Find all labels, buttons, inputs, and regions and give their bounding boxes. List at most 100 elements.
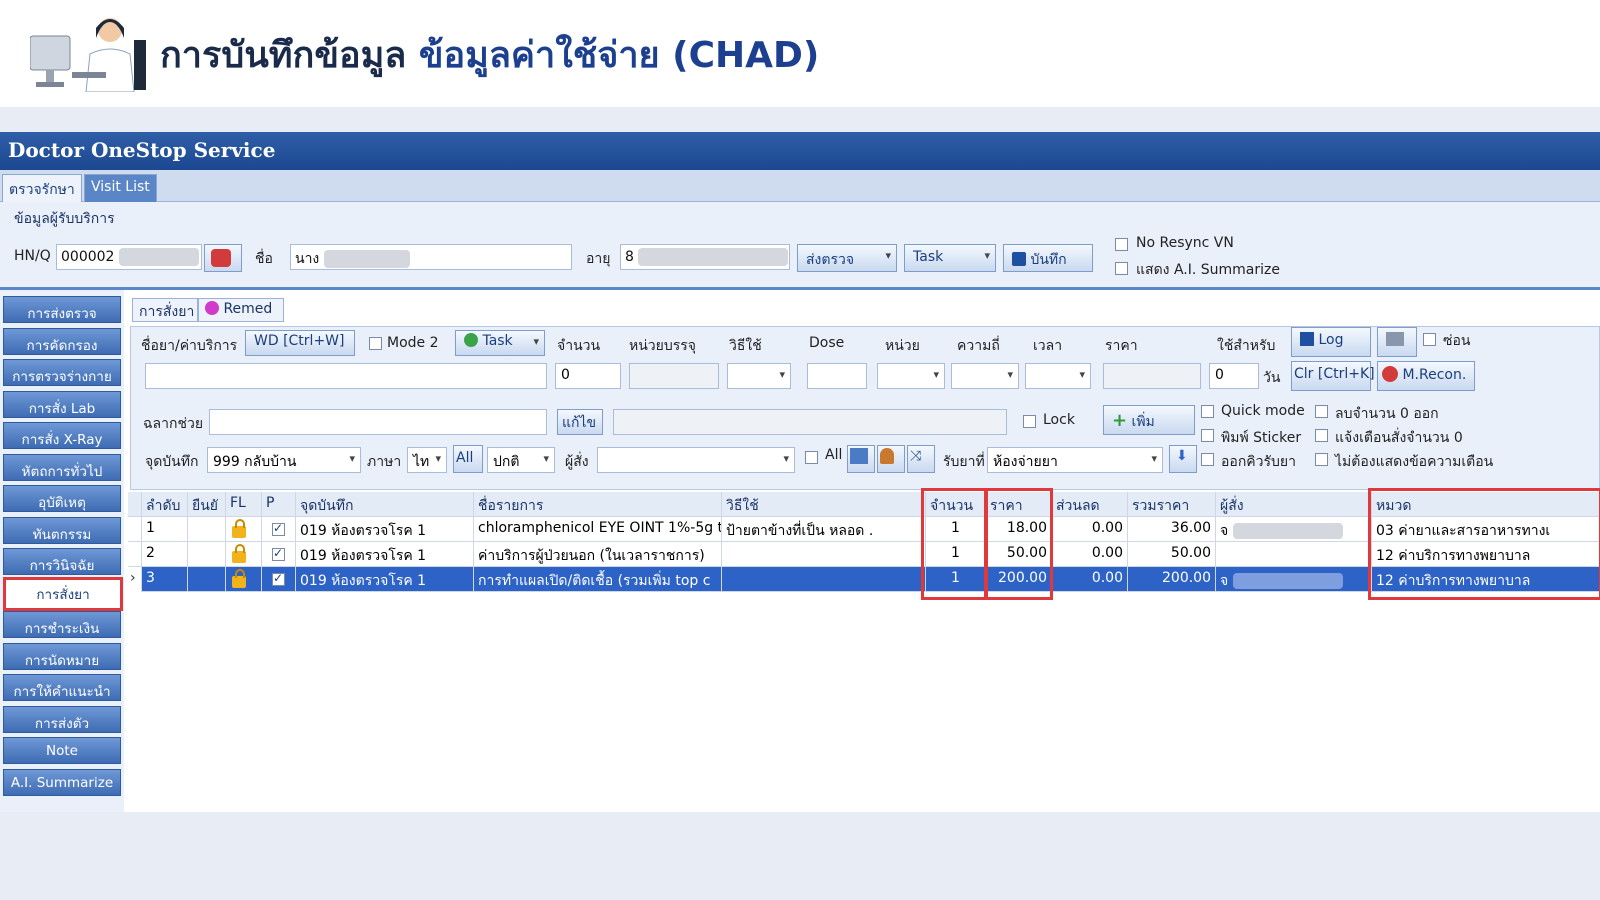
col-point[interactable]: จุดบันทึก	[296, 492, 474, 517]
warn-qty-checkbox[interactable]	[1315, 429, 1328, 442]
save-label: บันทึก	[1030, 252, 1067, 268]
send-exam-dropdown[interactable]: ส่งตรวจ	[797, 244, 897, 272]
app-window: Doctor OneStop Service ตรวจรักษา Visit L…	[0, 132, 1600, 812]
cell-total: 50.00	[1128, 542, 1216, 567]
cell-discount: 0.00	[1052, 517, 1128, 542]
label-help-input[interactable]	[209, 409, 547, 435]
frequency-select[interactable]	[951, 363, 1019, 389]
no-warn-checkbox[interactable]	[1315, 453, 1328, 466]
sidebar-item-lab[interactable]: การสั่ง Lab	[3, 391, 121, 418]
col-orderer[interactable]: ผู้สั่ง	[1216, 492, 1372, 517]
sidebar-item-send-exam[interactable]: การส่งตรวจ	[3, 296, 121, 323]
wd-button[interactable]: WD [Ctrl+W]	[245, 330, 355, 356]
no-resync-checkbox[interactable]	[1115, 238, 1128, 251]
all-checkbox[interactable]	[805, 451, 818, 464]
clear-button[interactable]: Clr [Ctrl+K]	[1291, 361, 1375, 391]
queue-checkbox[interactable]	[1201, 453, 1214, 466]
sidebar-item-payment[interactable]: การชำระเงิน	[3, 611, 121, 638]
point-select[interactable]: 999 กลับบ้าน	[207, 447, 361, 473]
sidebar-item-advice[interactable]: การให้คำแนะนำ	[3, 674, 121, 701]
orderer-select[interactable]	[597, 447, 795, 473]
qty-input[interactable]: 0	[555, 363, 621, 389]
sidebar-item-diagnosis[interactable]: การวินิจฉัย	[3, 548, 121, 575]
print-checkbox[interactable]	[272, 546, 285, 561]
col-discount[interactable]: ส่วนลด	[1052, 492, 1128, 517]
sidebar-item-accident[interactable]: อุบัติเหตุ	[3, 485, 121, 512]
hide-checkbox[interactable]	[1423, 333, 1436, 346]
col-usage[interactable]: วิธีใช้	[722, 492, 926, 517]
sidebar-item-note[interactable]: Note	[3, 737, 121, 764]
normal-select[interactable]: ปกติ	[487, 447, 555, 473]
use-days-input[interactable]: 0	[1209, 363, 1259, 389]
sidebar-item-screening[interactable]: การคัดกรอง	[3, 328, 121, 355]
sidebar-item-ai-summarize[interactable]: A.I. Summarize	[3, 769, 121, 796]
log-button[interactable]: Log	[1291, 327, 1371, 357]
calendar-button[interactable]	[847, 445, 875, 473]
subtab-prescription[interactable]: การสั่งยา	[132, 298, 198, 322]
task-dropdown[interactable]: Task	[904, 244, 996, 272]
subtab-remed[interactable]: Remed	[198, 298, 284, 322]
time-select[interactable]	[1025, 363, 1091, 389]
mode2-checkbox[interactable]	[369, 337, 382, 350]
user-button[interactable]	[877, 445, 905, 473]
cell-p[interactable]	[262, 517, 296, 542]
usage-select[interactable]	[727, 363, 791, 389]
no-warn-label: ไม่ต้องแสดงข้อความเตือน	[1335, 454, 1494, 470]
receive-select[interactable]: ห้องจ่ายยา	[987, 447, 1163, 473]
cell-p[interactable]	[262, 542, 296, 567]
sidebar-item-procedure[interactable]: หัตถการทั่วไป	[3, 454, 121, 481]
lock-checkbox[interactable]	[1023, 415, 1036, 428]
col-p[interactable]: P	[262, 492, 296, 517]
ai-summarize-checkbox[interactable]	[1115, 262, 1128, 275]
col-no[interactable]: ลำดับ	[142, 492, 188, 517]
sidebar-item-referral[interactable]: การส่งตัว	[3, 706, 121, 733]
hn-field[interactable]: 000002	[56, 244, 202, 270]
col-total[interactable]: รวมราคา	[1128, 492, 1216, 517]
tab-visit-list[interactable]: Visit List	[84, 174, 157, 202]
cell-p[interactable]	[262, 567, 296, 592]
print-button[interactable]	[1377, 327, 1417, 357]
name-label: ชื่อ	[255, 251, 273, 267]
dose-input[interactable]	[807, 363, 867, 389]
floppy-icon	[1012, 252, 1026, 266]
age-field[interactable]: 8	[620, 244, 790, 270]
doctor-illustration	[30, 18, 146, 92]
tab-treatment[interactable]: ตรวจรักษา	[2, 174, 82, 202]
sidebar-item-appointment[interactable]: การนัดหมาย	[3, 643, 121, 670]
drug-name-input[interactable]	[145, 363, 547, 389]
remove-zero-checkbox[interactable]	[1315, 405, 1328, 418]
col-fl[interactable]: FL	[226, 492, 262, 517]
print-sticker-checkbox[interactable]	[1201, 429, 1214, 442]
name-field[interactable]: นาง	[290, 244, 572, 270]
language-select[interactable]: ไท	[407, 447, 447, 473]
sidebar-item-prescription[interactable]: การสั่งยา	[3, 577, 123, 611]
add-button[interactable]: + เพิ่ม	[1103, 405, 1195, 435]
down-arrow-button[interactable]: ⬇	[1169, 445, 1197, 473]
print-checkbox[interactable]	[272, 521, 285, 536]
sidebar-item-xray[interactable]: การสั่ง X-Ray	[3, 422, 121, 449]
all-button[interactable]: All	[453, 445, 483, 473]
shuffle-button[interactable]: ⤨	[907, 445, 935, 473]
mrecon-button[interactable]: M.Recon.	[1377, 361, 1475, 391]
quick-mode-label: Quick mode	[1221, 403, 1305, 419]
edit-button[interactable]: แก้ไข	[557, 409, 603, 435]
header-pack-unit: หน่วยบรรจุ	[629, 338, 696, 354]
quick-mode-checkbox[interactable]	[1201, 405, 1214, 418]
cell-discount: 0.00	[1052, 542, 1128, 567]
order-task-dropdown[interactable]: Task	[455, 330, 545, 356]
patient-search-button[interactable]	[204, 244, 242, 272]
unit-select[interactable]	[877, 363, 945, 389]
price-input	[1103, 363, 1201, 389]
hn-label: HN/Q	[14, 248, 51, 264]
queue-label: ออกคิวรับยา	[1221, 454, 1296, 470]
print-checkbox[interactable]	[272, 571, 285, 586]
col-confirm[interactable]: ยืนยั	[188, 492, 226, 517]
all-label: All	[825, 447, 843, 463]
col-item-name[interactable]: ชื่อรายการ	[474, 492, 722, 517]
sidebar-item-dental[interactable]: ทันตกรรม	[3, 517, 121, 544]
slide-title: การบันทึกข้อมูล ข้อมูลค่าใช้จ่าย (CHAD)	[160, 26, 819, 83]
cell-no: 1	[142, 517, 188, 542]
day-unit-label: วัน	[1263, 370, 1281, 386]
sidebar-item-physical-exam[interactable]: การตรวจร่างกาย	[3, 359, 121, 386]
save-button[interactable]: บันทึก	[1003, 244, 1093, 272]
